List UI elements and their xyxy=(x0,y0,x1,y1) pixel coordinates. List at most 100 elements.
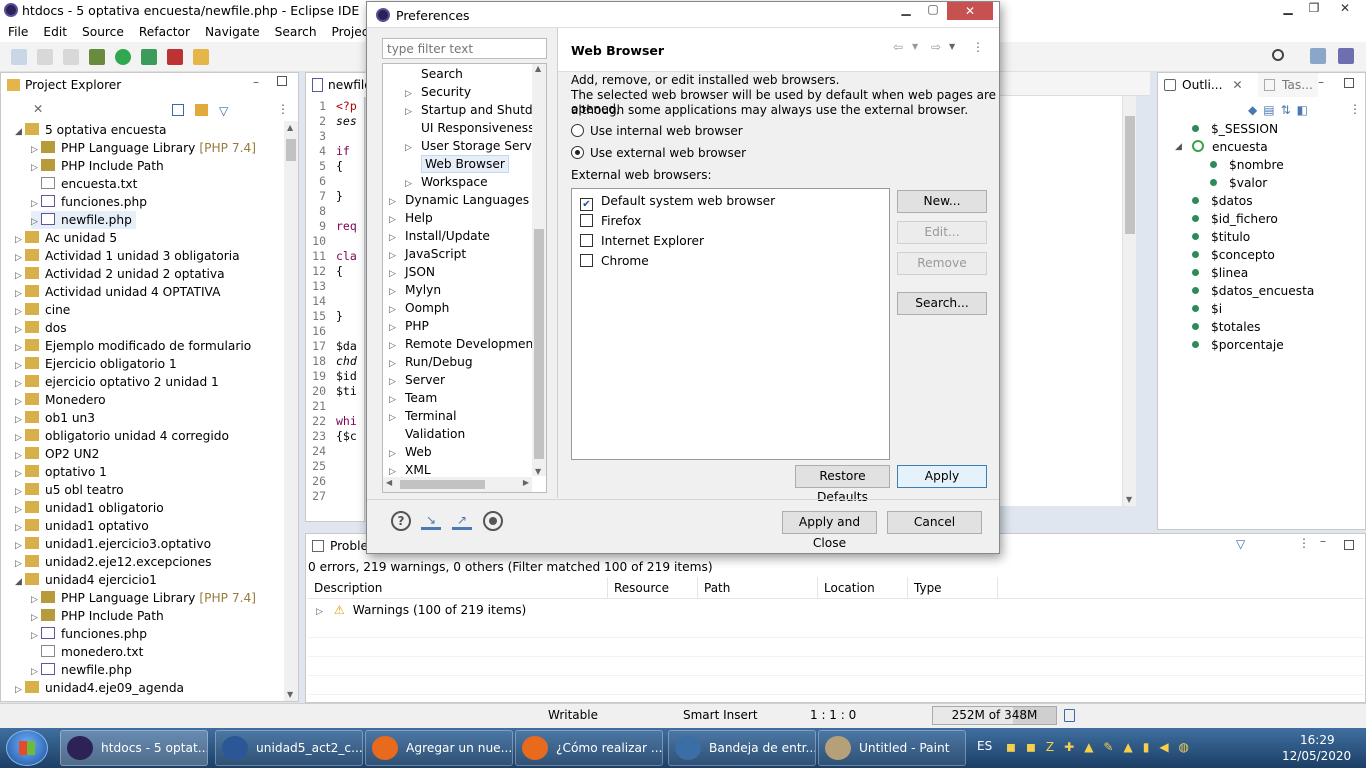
browser-item[interactable]: ✔ Default system web browser xyxy=(580,192,775,211)
project-tree-item[interactable]: ▷ Monedero xyxy=(15,391,106,409)
pref-tree-item[interactable]: UI Responsiveness Mo xyxy=(405,119,546,137)
record-icon[interactable] xyxy=(483,511,503,531)
debug-icon[interactable] xyxy=(89,48,105,65)
pref-tree-item[interactable]: ▷ JSON xyxy=(389,263,435,281)
import-icon[interactable]: ↘ xyxy=(421,513,441,530)
filter-input[interactable] xyxy=(382,38,547,59)
project-tree-item[interactable]: ▷ newfile.php xyxy=(31,661,132,679)
expanded-arrow-icon[interactable]: ◢ xyxy=(15,123,25,141)
project-tree-item[interactable]: ▷ cine xyxy=(15,301,70,319)
radio-internal-browser[interactable]: Use internal web browser xyxy=(571,124,743,138)
dialog-maximize-button[interactable]: ▢ xyxy=(920,2,946,20)
project-tree-item[interactable]: ▷ PHP Include Path xyxy=(31,157,164,175)
problems-filter-icon[interactable]: ▽ xyxy=(1236,537,1245,551)
remove-button[interactable]: Remove xyxy=(897,252,987,275)
tab-editor-newfile[interactable]: newfile xyxy=(306,73,372,97)
forward-arrow-icon[interactable]: ⇨ xyxy=(931,40,941,54)
collapsed-arrow-icon[interactable]: ▷ xyxy=(15,681,25,699)
dialog-close-button[interactable]: ✕ xyxy=(947,2,993,20)
run-icon[interactable] xyxy=(115,48,131,65)
taskbar-button[interactable]: Agregar un nue... xyxy=(365,730,513,766)
minimize-problems-icon[interactable]: – xyxy=(1320,534,1326,548)
run-config-icon[interactable] xyxy=(141,48,157,65)
pref-tree-item[interactable]: ▷ Dynamic Languages xyxy=(389,191,529,209)
menu-edit[interactable]: Edit xyxy=(43,22,67,42)
pref-tree-item[interactable]: ▷ Startup and Shutdow xyxy=(405,101,546,119)
outline-item[interactable]: $datos xyxy=(1192,192,1253,210)
project-tree-item[interactable]: ▷ unidad4.eje09_agenda xyxy=(15,679,184,697)
project-explorer-scrollbar[interactable]: ▲ ▼ xyxy=(284,121,298,701)
collapse-all-icon[interactable] xyxy=(172,104,184,116)
taskbar-button[interactable]: ¿Cómo realizar ... xyxy=(515,730,663,766)
project-tree-item[interactable]: ▷ newfile.php xyxy=(31,211,136,229)
project-tree-item[interactable]: ▷ Ejemplo modificado de formulario xyxy=(15,337,251,355)
project-tree-item[interactable]: ◢ unidad4 ejercicio1 xyxy=(15,571,157,589)
project-tree-item[interactable]: ▷ Actividad 2 unidad 2 optativa xyxy=(15,265,225,283)
column-header-resource[interactable]: Resource xyxy=(608,576,698,599)
project-tree-item[interactable]: ▷ funciones.php xyxy=(31,193,147,211)
back-dropdown-icon[interactable]: ▼ xyxy=(912,42,918,51)
menu-file[interactable]: File xyxy=(8,22,28,42)
dialog-splitter[interactable] xyxy=(557,28,558,498)
taskbar-button[interactable]: htdocs - 5 optat... xyxy=(60,730,208,766)
tray-icons[interactable]: ◼◼Z✚▲✎▲▮◀◍ xyxy=(1006,740,1246,756)
outline-item[interactable]: ◢ encuesta xyxy=(1175,138,1268,156)
pref-tree-item[interactable]: ▷ Web xyxy=(389,443,432,461)
back-arrow-icon[interactable]: ⇦ xyxy=(893,40,903,54)
project-tree-item[interactable]: ▷ u5 obl teatro xyxy=(15,481,124,499)
export-icon[interactable]: ↗ xyxy=(452,513,472,530)
menu-search[interactable]: Search xyxy=(275,22,317,42)
outline-item[interactable]: $id_fichero xyxy=(1192,210,1278,228)
clock-date[interactable]: 12/05/2020 xyxy=(1282,749,1351,763)
pref-tree-item[interactable]: Search xyxy=(405,65,463,83)
pref-tree-item[interactable]: Web Browser xyxy=(405,155,509,173)
save-icon[interactable] xyxy=(37,48,53,65)
browser-item[interactable]: Firefox xyxy=(580,212,641,230)
pref-tree-item[interactable]: ▷ Server xyxy=(389,371,445,389)
browser-checkbox-icon[interactable] xyxy=(580,254,593,267)
outline-item[interactable]: $porcentaje xyxy=(1192,336,1284,354)
new-icon[interactable] xyxy=(11,48,27,65)
project-tree-item[interactable]: ▷ optativo 1 xyxy=(15,463,107,481)
project-tree-item[interactable]: monedero.txt xyxy=(31,643,143,661)
browser-checkbox-icon[interactable] xyxy=(580,214,593,227)
external-tools-icon[interactable] xyxy=(167,48,183,65)
editor-scrollbar[interactable]: ▼ xyxy=(1122,96,1136,506)
radio-external-icon[interactable] xyxy=(571,146,584,159)
outline-item[interactable]: $titulo xyxy=(1192,228,1250,246)
project-tree-item[interactable]: ▷ unidad1.ejercicio3.optativo xyxy=(15,535,211,553)
project-tree-item[interactable]: ▷ unidad1 optativo xyxy=(15,517,149,535)
outline-item[interactable]: $linea xyxy=(1192,264,1248,282)
collapse-arrow-icon[interactable]: ◢ xyxy=(1175,138,1182,156)
project-tree-item[interactable]: ▷ PHP Language Library [PHP 7.4] xyxy=(31,139,256,157)
link-editor-icon[interactable] xyxy=(195,104,208,116)
browser-checkbox-icon[interactable] xyxy=(580,234,593,247)
radio-internal-icon[interactable] xyxy=(571,124,584,137)
view-menu-icon[interactable]: ⋮ xyxy=(277,102,289,116)
close-tab-icon[interactable]: ✕ xyxy=(33,102,43,116)
minimize-outline-icon[interactable]: – xyxy=(1318,75,1324,89)
save-all-icon[interactable] xyxy=(63,48,79,65)
outline-toolbar-icons[interactable]: ◆▤⇅◧ xyxy=(1248,103,1338,119)
taskbar-button[interactable]: Bandeja de entr... xyxy=(668,730,816,766)
browser-item[interactable]: Chrome xyxy=(580,252,649,270)
search-toolbar-icon[interactable] xyxy=(1272,49,1284,61)
pref-tree-item[interactable]: ▷ Terminal xyxy=(389,407,457,425)
outline-item[interactable]: $i xyxy=(1192,300,1222,318)
heap-status[interactable]: 252M of 348M xyxy=(932,706,1057,725)
project-tree-item[interactable]: ▷ OP2 UN2 xyxy=(15,445,99,463)
trash-gc-icon[interactable] xyxy=(1064,709,1075,722)
minimize-button[interactable]: ▁ xyxy=(1275,0,1301,18)
outline-item[interactable]: $concepto xyxy=(1192,246,1275,264)
minimize-view-icon[interactable]: – xyxy=(253,75,259,89)
project-tree-item[interactable]: ▷ funciones.php xyxy=(31,625,147,643)
close-window-button[interactable]: ✕ xyxy=(1327,0,1363,18)
apply-and-close-button[interactable]: Apply and Close xyxy=(782,511,877,550)
php-perspective-icon[interactable] xyxy=(1338,48,1354,64)
restore-defaults-button[interactable]: Restore Defaults xyxy=(795,465,890,504)
apply-button[interactable]: Apply xyxy=(897,465,987,488)
tab-project-explorer[interactable]: Project Explorer ✕ xyxy=(1,73,141,116)
pref-tree-item[interactable]: ▷ JavaScript xyxy=(389,245,466,263)
pref-tree-item[interactable]: ▷ Remote Development xyxy=(389,335,538,353)
filter-input-field[interactable] xyxy=(383,39,543,58)
